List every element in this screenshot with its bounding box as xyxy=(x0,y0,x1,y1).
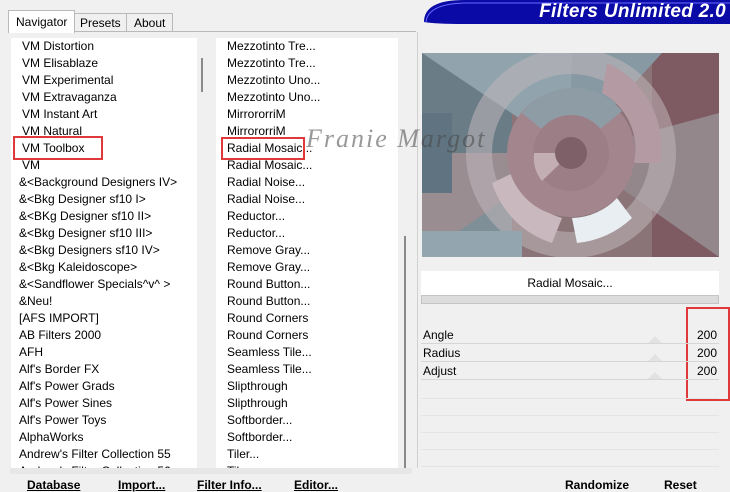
slider-angle-label: Angle xyxy=(423,328,454,342)
empty-slider-slot xyxy=(421,399,719,416)
category-list-scroll-thumb[interactable] xyxy=(201,58,203,92)
category-list-item[interactable]: AFH xyxy=(11,344,43,361)
slider-angle[interactable]: Angle 200 xyxy=(421,326,719,344)
empty-slider-slot xyxy=(421,433,719,450)
category-highlight-box xyxy=(13,136,103,160)
filter-list-item[interactable]: Remove Gray... xyxy=(216,259,310,276)
slider-radius[interactable]: Radius 200 xyxy=(421,344,719,362)
progress-bar xyxy=(421,295,719,304)
filter-list-item[interactable]: Softborder... xyxy=(216,412,292,429)
slider-adjust-value: 200 xyxy=(696,364,717,378)
slider-adjust-label: Adjust xyxy=(423,364,457,378)
category-list-item[interactable]: &<Bkg Designer sf10 III> xyxy=(11,225,152,242)
category-list-item[interactable]: &<BKg Designer sf10 II> xyxy=(11,208,151,225)
empty-slider-slot xyxy=(421,382,719,399)
slider-radius-value: 200 xyxy=(696,346,717,360)
slider-radius-knob[interactable] xyxy=(648,354,662,361)
category-list-item[interactable]: VM Elisablaze xyxy=(11,55,98,72)
filter-list-scrollbar[interactable] xyxy=(398,38,412,468)
empty-slider-slot xyxy=(421,450,719,467)
filter-list-item[interactable]: Remove Gray... xyxy=(216,242,310,259)
slider-adjust[interactable]: Adjust 200 xyxy=(421,362,719,380)
filter-list-item[interactable]: Round Button... xyxy=(216,293,310,310)
filter-list-item[interactable]: Reductor... xyxy=(216,208,285,225)
watermark-text: Franie Margot xyxy=(306,124,487,153)
filter-info-button[interactable]: Filter Info... xyxy=(197,478,262,492)
category-list-item[interactable]: AB Filters 2000 xyxy=(11,327,101,344)
radial-mosaic-preview xyxy=(422,53,719,257)
app-banner: Filters Unlimited 2.0 xyxy=(424,0,730,24)
reset-button[interactable]: Reset xyxy=(664,478,697,492)
filter-name-display: Radial Mosaic... xyxy=(421,271,719,295)
category-list-item[interactable]: VM Distortion xyxy=(11,38,94,55)
empty-slider-slot xyxy=(421,416,719,433)
import-button[interactable]: Import... xyxy=(118,478,165,492)
category-list-item[interactable]: Andrew's Filter Collection 55 xyxy=(11,446,171,463)
preview-image xyxy=(422,53,719,257)
filter-list-item[interactable]: Seamless Tile... xyxy=(216,361,312,378)
tab-navigator[interactable]: Navigator xyxy=(8,10,76,33)
category-list-item[interactable]: &<Sandflower Specials^v^ > xyxy=(11,276,170,293)
category-list[interactable]: VM Distortion VM Elisablaze VM Experimenta… xyxy=(11,38,197,468)
filter-list-item[interactable]: Radial Noise... xyxy=(216,174,305,191)
filter-list-item[interactable]: Round Corners xyxy=(216,310,308,327)
category-list-scrollbar[interactable] xyxy=(197,38,208,468)
filter-list-item[interactable]: Seamless Tile... xyxy=(216,344,312,361)
filter-list-item[interactable]: Reductor... xyxy=(216,225,285,242)
filter-list-item[interactable]: Softborder... xyxy=(216,429,292,446)
category-list-item[interactable]: &<Background Designers IV> xyxy=(11,174,177,191)
app-title: Filters Unlimited 2.0 xyxy=(539,1,726,22)
filter-list-scroll-thumb[interactable] xyxy=(404,236,406,468)
filter-list-item[interactable]: Slipthrough xyxy=(216,378,288,395)
filter-list-item[interactable]: Radial Noise... xyxy=(216,191,305,208)
filter-list-item[interactable]: Mezzotinto Uno... xyxy=(216,72,320,89)
filter-list-item[interactable]: Mezzotinto Uno... xyxy=(216,89,320,106)
tab-about[interactable]: About xyxy=(126,13,174,32)
slider-adjust-track[interactable] xyxy=(421,379,719,380)
category-list-item[interactable]: Alf's Border FX xyxy=(11,361,99,378)
filter-list-item[interactable]: MirrororriM xyxy=(216,106,286,123)
slider-radius-label: Radius xyxy=(423,346,461,360)
filter-list-item[interactable]: Round Button... xyxy=(216,276,310,293)
tab-presets[interactable]: Presets xyxy=(72,13,129,32)
category-list-item[interactable]: VM Extravaganza xyxy=(11,89,117,106)
category-list-item[interactable]: VM Instant Art xyxy=(11,106,97,123)
filter-list[interactable]: Mezzotinto Tre... Mezzotinto Tre... Mezzot… xyxy=(216,38,398,468)
filter-list-item[interactable]: Slipthrough xyxy=(216,395,288,412)
randomize-button[interactable]: Randomize xyxy=(565,478,629,492)
slider-adjust-knob[interactable] xyxy=(648,372,662,379)
bottom-strip xyxy=(10,468,412,474)
category-list-item[interactable]: AlphaWorks xyxy=(11,429,83,446)
category-list-item[interactable]: Alf's Power Sines xyxy=(11,395,112,412)
category-list-item[interactable]: Alf's Power Grads xyxy=(11,378,115,395)
filter-list-item[interactable]: Round Corners xyxy=(216,327,308,344)
filter-list-item[interactable]: Mezzotinto Tre... xyxy=(216,38,316,55)
slider-angle-value: 200 xyxy=(696,328,717,342)
filter-list-item[interactable]: Tiler... xyxy=(216,446,259,463)
panel-divider xyxy=(417,32,418,468)
category-list-item[interactable]: VM Experimental xyxy=(11,72,113,89)
category-list-item[interactable]: &Neu! xyxy=(11,293,52,310)
filter-list-item[interactable]: Mezzotinto Tre... xyxy=(216,55,316,72)
category-list-item[interactable]: Alf's Power Toys xyxy=(11,412,106,429)
category-list-item[interactable]: &<Bkg Designers sf10 IV> xyxy=(11,242,160,259)
database-button[interactable]: Database xyxy=(27,478,80,492)
slider-angle-knob[interactable] xyxy=(648,336,662,343)
category-list-item[interactable]: &<Bkg Kaleidoscope> xyxy=(11,259,137,276)
category-list-item[interactable]: [AFS IMPORT] xyxy=(11,310,99,327)
category-list-item[interactable]: &<Bkg Designer sf10 I> xyxy=(11,191,146,208)
editor-button[interactable]: Editor... xyxy=(294,478,338,492)
filter-highlight-box xyxy=(221,137,305,160)
